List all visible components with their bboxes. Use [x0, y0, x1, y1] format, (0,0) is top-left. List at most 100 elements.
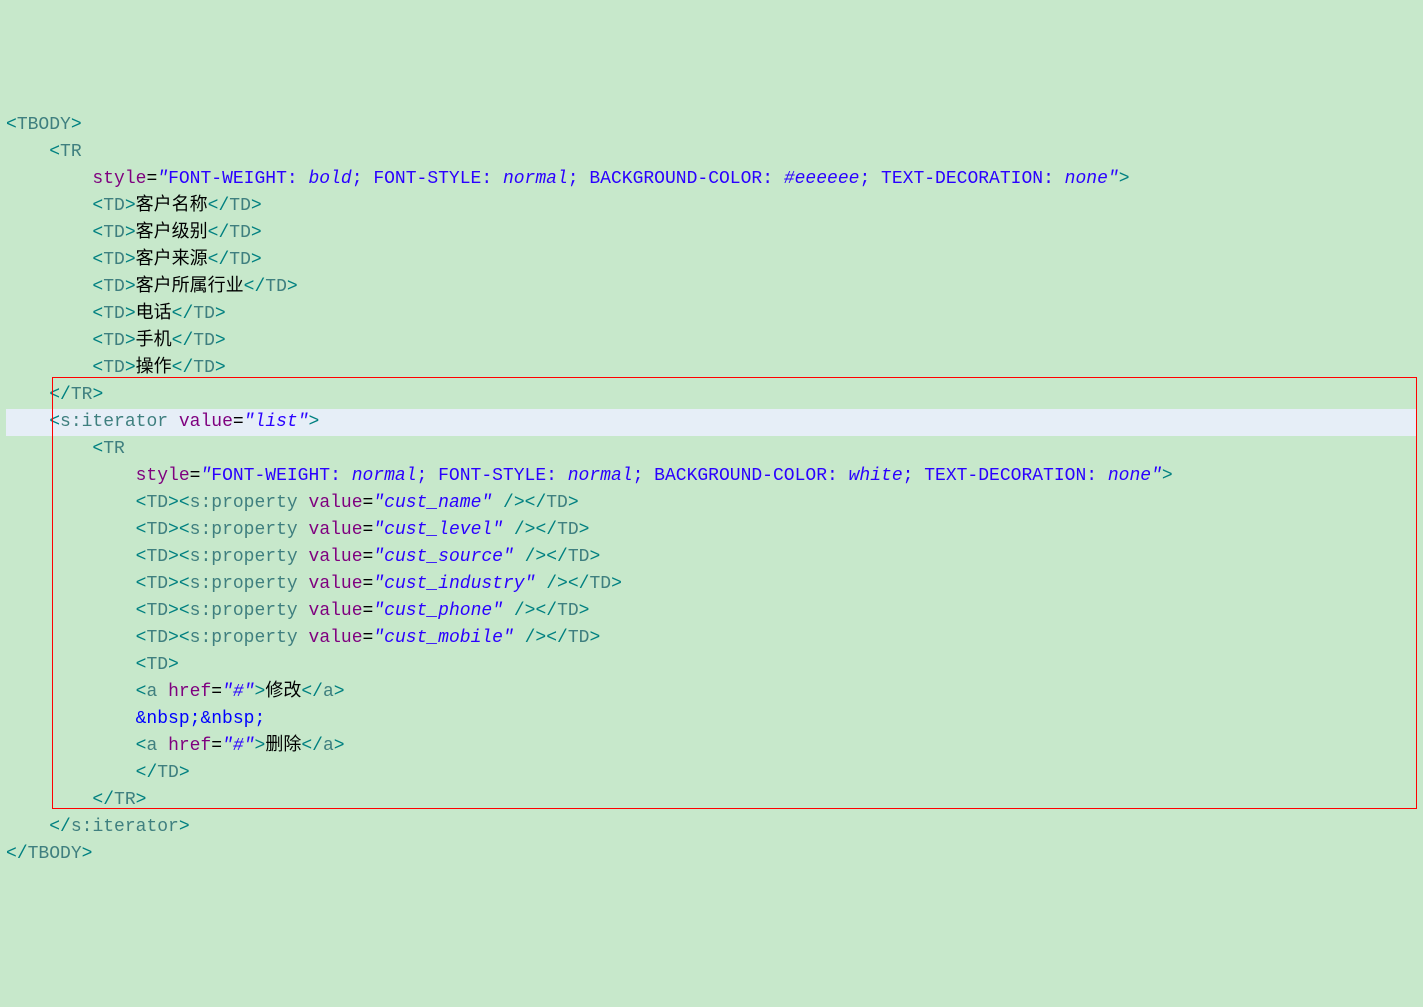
angle-bracket: < — [172, 304, 183, 324]
angle-bracket: < — [49, 412, 60, 432]
angle-bracket: > — [125, 250, 136, 270]
slash: / — [514, 601, 525, 621]
code-line: <TR — [6, 142, 82, 162]
slash: / — [557, 547, 568, 567]
angle-bracket: < — [92, 439, 103, 459]
equals: = — [233, 412, 244, 432]
equals: = — [363, 547, 374, 567]
attr-name: style — [92, 169, 146, 189]
angle-bracket: < — [301, 736, 312, 756]
slash: / — [218, 250, 229, 270]
code-line: <TBODY> — [6, 115, 82, 135]
tag-name: TD — [103, 304, 125, 324]
quote: " — [200, 466, 211, 486]
tag-name: TD — [546, 493, 568, 513]
tag-name: TBODY — [17, 115, 71, 135]
slash: / — [525, 628, 536, 648]
slash: / — [557, 628, 568, 648]
angle-bracket: < — [136, 682, 147, 702]
angle-bracket: > — [535, 547, 546, 567]
equals: = — [363, 574, 374, 594]
tag-name: TR — [103, 439, 125, 459]
attr-name: value — [309, 520, 363, 540]
slash: / — [579, 574, 590, 594]
angle-bracket: > — [255, 682, 266, 702]
slash: / — [218, 223, 229, 243]
code-line: <TD>客户来源</TD> — [6, 250, 262, 270]
code-line: <TD><s:property value="cust_industry" />… — [6, 574, 622, 594]
tag-name: TBODY — [28, 844, 82, 864]
attr-value: ; TEXT-DECORATION: — [859, 169, 1064, 189]
angle-bracket: > — [568, 493, 579, 513]
attr-value: #eeeeee — [784, 169, 860, 189]
angle-bracket: < — [92, 304, 103, 324]
highlighted-line: <s:iterator value="list"> — [6, 409, 1417, 436]
tag-name: s:property — [190, 574, 298, 594]
tag-name: TD — [229, 196, 251, 216]
angle-bracket: < — [179, 628, 190, 648]
tag-name: a — [146, 682, 157, 702]
tag-name: TD — [146, 601, 168, 621]
slash: / — [146, 763, 157, 783]
attr-name: href — [168, 682, 211, 702]
attr-value: "cust_source" — [373, 547, 513, 567]
code-line: </TR> — [6, 790, 146, 810]
code-line: &nbsp;&nbsp; — [6, 709, 265, 729]
tag-name: s:property — [190, 493, 298, 513]
angle-bracket: < — [208, 223, 219, 243]
angle-bracket: > — [589, 628, 600, 648]
text-content: 电话 — [136, 304, 172, 324]
angle-bracket: > — [1119, 169, 1130, 189]
slash: / — [546, 520, 557, 540]
tag-name: TD — [146, 655, 168, 675]
angle-bracket: > — [168, 547, 179, 567]
angle-bracket: < — [535, 601, 546, 621]
tag-name: TD — [557, 520, 579, 540]
tag-name: TD — [557, 601, 579, 621]
text-content: 客户名称 — [136, 196, 208, 216]
tag-name: TD — [568, 628, 590, 648]
attr-name: style — [136, 466, 190, 486]
quote: " — [157, 169, 168, 189]
tag-name: TR — [60, 142, 82, 162]
equals: = — [146, 169, 157, 189]
angle-bracket: > — [125, 358, 136, 378]
attr-value: white — [849, 466, 903, 486]
tag-name: TD — [193, 331, 215, 351]
angle-bracket: < — [92, 358, 103, 378]
slash: / — [182, 358, 193, 378]
angle-bracket: < — [92, 790, 103, 810]
code-line: <a href="#">修改</a> — [6, 682, 345, 702]
attr-name: value — [309, 547, 363, 567]
angle-bracket: > — [168, 520, 179, 540]
slash: / — [254, 277, 265, 297]
slash: / — [514, 520, 525, 540]
angle-bracket: < — [546, 628, 557, 648]
slash: / — [182, 331, 193, 351]
slash: / — [546, 574, 557, 594]
angle-bracket: < — [179, 574, 190, 594]
angle-bracket: > — [334, 736, 345, 756]
tag-name: s:iterator — [71, 817, 179, 837]
equals: = — [363, 520, 374, 540]
code-line: <TD>电话</TD> — [6, 304, 226, 324]
angle-bracket: > — [125, 277, 136, 297]
code-line: <TD>客户级别</TD> — [6, 223, 262, 243]
tag-name: TR — [71, 385, 93, 405]
tag-name: a — [146, 736, 157, 756]
text-content: 客户所属行业 — [136, 277, 244, 297]
tag-name: TD — [103, 277, 125, 297]
angle-bracket: > — [535, 628, 546, 648]
angle-bracket: > — [611, 574, 622, 594]
code-line: style="FONT-WEIGHT: bold; FONT-STYLE: no… — [6, 169, 1130, 189]
angle-bracket: > — [215, 304, 226, 324]
tag-name: TD — [146, 547, 168, 567]
angle-bracket: < — [6, 844, 17, 864]
angle-bracket: < — [301, 682, 312, 702]
attr-value: ; BACKGROUND-COLOR: — [568, 169, 784, 189]
text-content: 客户来源 — [136, 250, 208, 270]
code-line: <TD><s:property value="cust_phone" /></T… — [6, 601, 589, 621]
angle-bracket: < — [136, 574, 147, 594]
tag-name: TD — [146, 628, 168, 648]
slash: / — [535, 493, 546, 513]
